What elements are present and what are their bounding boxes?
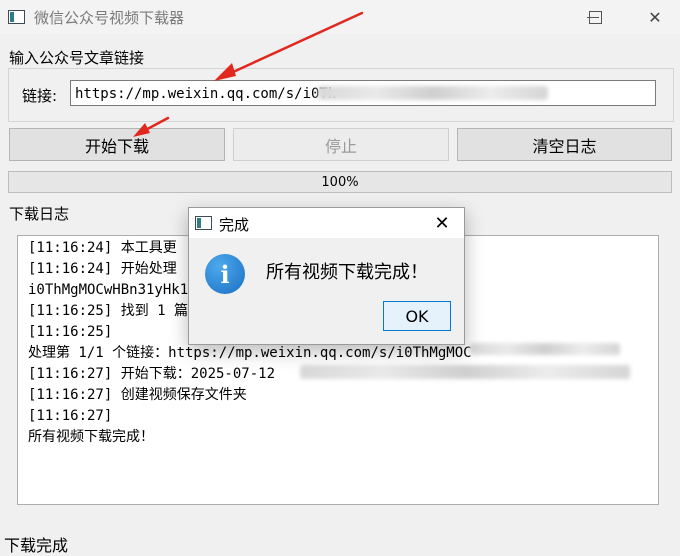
close-icon: ✕ <box>434 212 450 234</box>
info-icon: i <box>205 254 245 294</box>
log-line: 所有视频下载完成！ <box>28 429 154 445</box>
progress-text: 100% <box>321 174 359 190</box>
dialog-app-icon <box>195 216 212 230</box>
redacted-log-text <box>300 365 630 379</box>
close-icon: ✕ <box>648 7 662 27</box>
log-line: [11:16:27] 创建视频保存文件夹 <box>28 387 247 403</box>
close-button[interactable]: ✕ <box>632 0 678 34</box>
ok-button[interactable]: OK <box>383 301 451 331</box>
group-label: 输入公众号文章链接 <box>9 49 145 67</box>
completion-dialog: 完成 ✕ i 所有视频下载完成！ OK <box>188 207 465 345</box>
window-title: 微信公众号视频下载器 <box>34 9 185 27</box>
stop-button[interactable]: 停止 <box>233 128 449 161</box>
redacted-log-text <box>470 343 620 355</box>
dialog-close-button[interactable]: ✕ <box>424 208 460 238</box>
link-input-value: https://mp.weixin.qq.com/s/i0Th <box>75 86 337 102</box>
progress-bar: 100% <box>8 171 672 193</box>
maximize-button[interactable] <box>572 0 618 34</box>
start-download-button[interactable]: 开始下载 <box>9 128 225 161</box>
clear-log-button[interactable]: 清空日志 <box>457 128 672 161</box>
dialog-message: 所有视频下载完成！ <box>266 262 428 283</box>
status-text: 下载完成 <box>4 536 69 555</box>
link-label: 链接: <box>22 87 58 105</box>
redacted-link <box>318 86 548 100</box>
log-line: [11:16:27] <box>28 408 113 424</box>
log-label: 下载日志 <box>9 205 70 223</box>
dialog-title: 完成 <box>219 216 250 234</box>
app-icon <box>8 10 25 24</box>
maximize-icon <box>588 10 602 24</box>
